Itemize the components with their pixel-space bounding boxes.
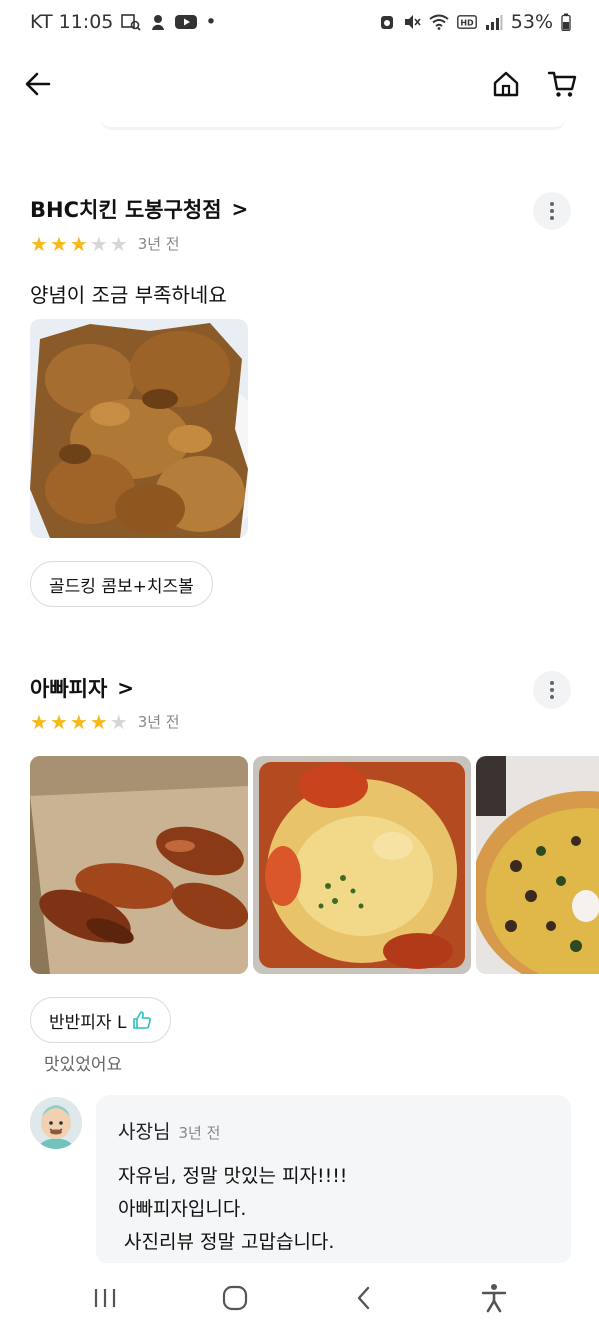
star-icon: ★ [89,231,108,256]
store-link-appa-pizza[interactable]: 아빠피자 > [30,673,134,703]
system-nav-bar [0,1263,599,1333]
more-options-button[interactable] [533,671,571,709]
back-chevron-icon [358,1286,370,1310]
star-icon: ★ [109,709,128,734]
back-nav-button[interactable] [334,1273,394,1323]
recent-apps-button[interactable] [75,1273,135,1323]
star-icon: ★ [89,709,108,734]
store-name: BHC치킨 도봉구청점 [30,198,222,222]
review-photo-topping-pizza[interactable] [476,756,599,974]
owner-header: 사장님 3년 전 [118,1117,549,1144]
status-right: HD 53% [379,11,571,33]
accessibility-icon [481,1284,507,1313]
store-name: 아빠피자 [30,677,108,701]
previous-card-edge [100,112,566,130]
menu-chip-label: 반반피자 L [49,1012,127,1033]
menu-chip[interactable]: 반반피자 L [30,997,172,1043]
owner-reply-line: 자유님, 정말 맛있는 피자!!!! [118,1165,348,1187]
arrow-left-icon [25,72,51,96]
more-vertical-icon [550,202,554,220]
cart-icon [547,71,577,97]
more-options-button[interactable] [533,192,571,230]
star-icon: ★ [30,709,48,734]
hd-icon: HD [456,14,477,30]
home-circle-icon [222,1285,247,1311]
home-button[interactable] [486,64,526,104]
store-link-bhc[interactable]: BHC치킨 도봉구청점 > [30,194,248,224]
accessibility-button[interactable] [464,1273,524,1323]
youtube-icon [175,14,198,30]
rating-row: ★ ★ ★ ★ ★ 3년 전 [30,233,180,254]
review-text: 양념이 조금 부족하네요 [30,283,227,307]
carrier-time: KT 11:05 [30,11,114,33]
menu-chip-label: 골드킹 콤보+치즈볼 [49,576,194,597]
star-icon: ★ [69,231,88,256]
status-left: KT 11:05 • [30,11,217,33]
chip-comment: 맛있었어요 [44,1055,123,1075]
star-icon: ★ [109,231,128,256]
chevron-right-icon: > [117,676,135,700]
battery-icon [561,13,571,31]
review-photo-fried-chicken[interactable] [30,319,248,538]
star-icon: ★ [69,709,88,734]
more-vertical-icon [550,681,554,699]
chevron-right-icon: > [231,197,249,221]
review-time: 3년 전 [137,235,180,253]
owner-reply: 사장님 3년 전 자유님, 정말 맛있는 피자!!!! 아빠피자입니다. 사진리… [96,1095,571,1265]
review-photo-chicken-wings[interactable] [30,756,248,974]
thumbs-up-icon [133,1011,152,1029]
review-photo-cheese-pizza[interactable] [253,756,471,974]
alarm-icon [379,13,395,31]
owner-avatar [30,1097,82,1149]
status-bar: KT 11:05 • HD 53% [0,0,599,44]
rating-row: ★ ★ ★ ★ ★ 3년 전 [30,711,180,732]
star-icon: ★ [49,231,68,256]
review-time: 3년 전 [137,713,180,731]
status-dot: • [205,11,217,33]
signal-icon [485,14,503,30]
star-icon: ★ [49,709,68,734]
menu-chip[interactable]: 골드킹 콤보+치즈볼 [30,561,213,607]
cart-button[interactable] [542,64,582,104]
owner-reply-line: 아빠피자입니다. [118,1198,247,1220]
svg-text:HD: HD [460,19,474,28]
owner-name: 사장님 [118,1121,171,1143]
mascot-icon [149,13,167,31]
image-search-icon [121,13,142,31]
recent-apps-icon [94,1289,115,1307]
mute-icon [403,13,421,31]
home-nav-button[interactable] [205,1273,265,1323]
wifi-icon [429,14,449,30]
battery-percent: 53% [510,11,553,33]
back-button[interactable] [18,64,58,104]
home-icon [493,71,519,97]
star-icon: ★ [30,231,48,256]
owner-reply-line: 사진리뷰 정말 고맙습니다. [118,1231,335,1253]
owner-reply-time: 3년 전 [178,1124,221,1142]
